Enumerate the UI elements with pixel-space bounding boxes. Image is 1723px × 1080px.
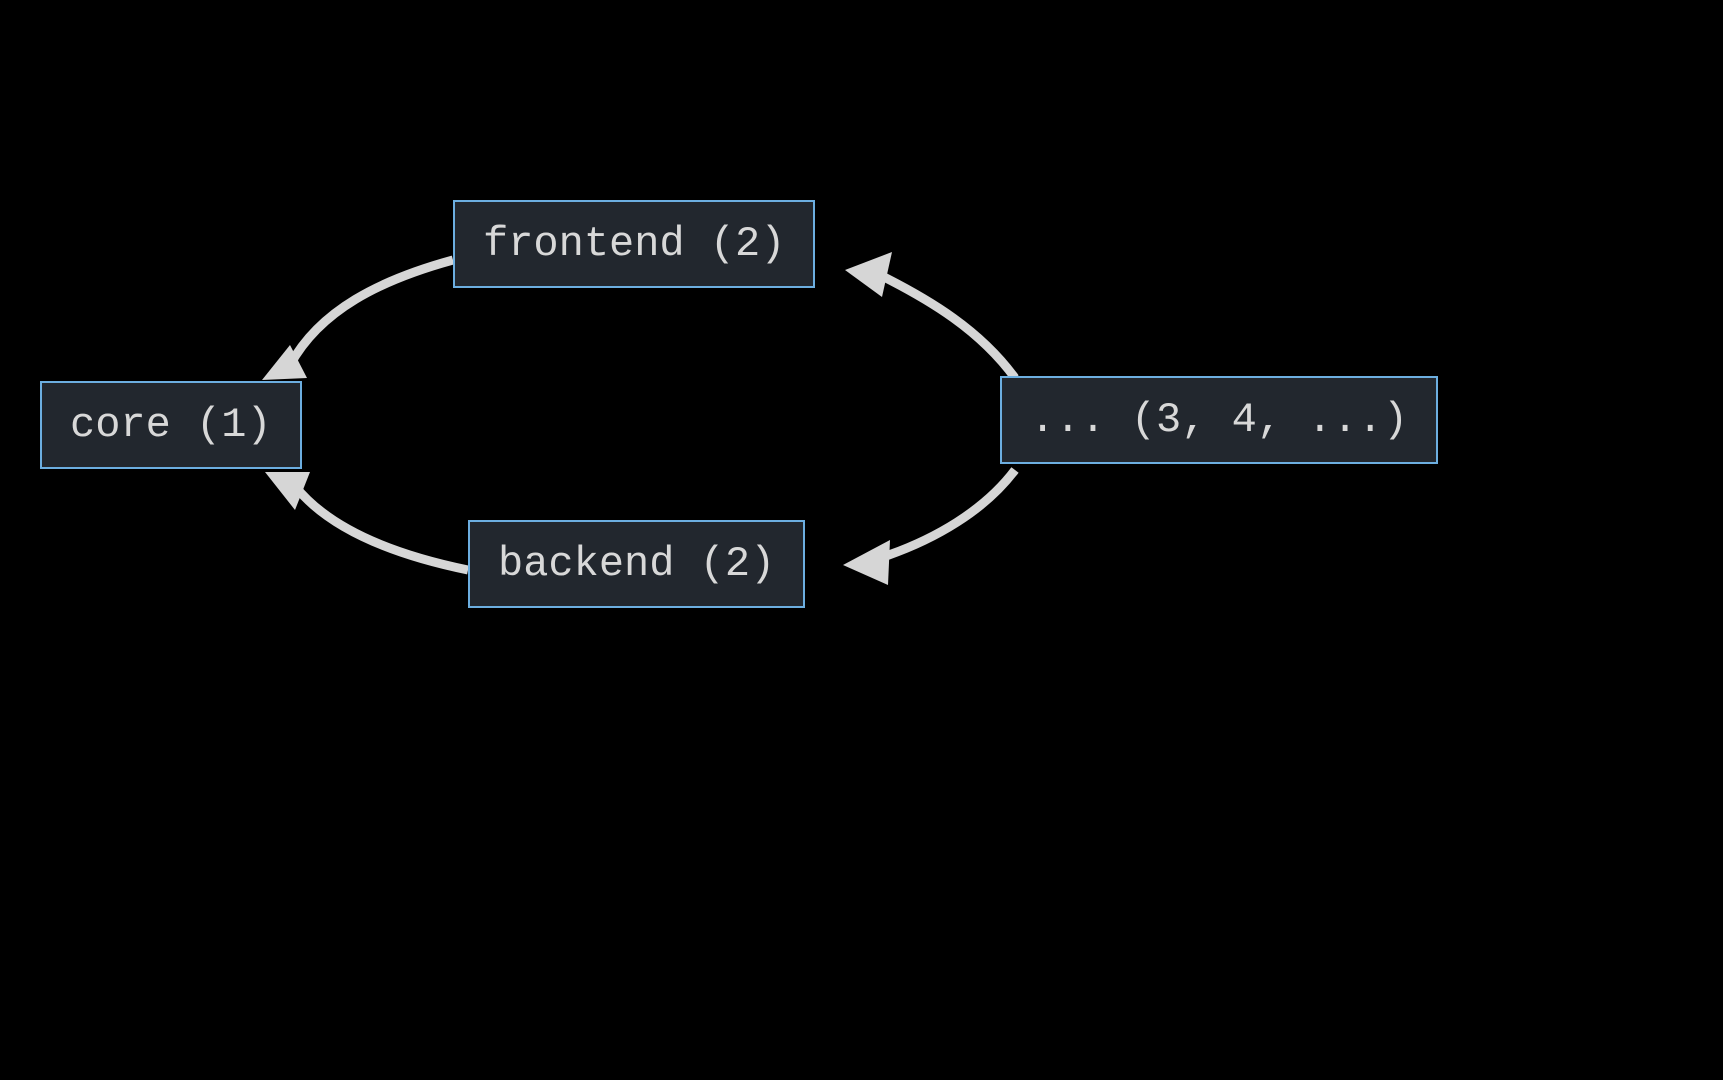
edge-frontend-to-core xyxy=(290,260,453,365)
dependency-diagram: core (1) frontend (2) backend (2) ... (3… xyxy=(0,0,1723,1080)
node-backend: backend (2) xyxy=(468,520,805,608)
node-more: ... (3, 4, ...) xyxy=(1000,376,1438,464)
node-label: ... (3, 4, ...) xyxy=(1030,396,1408,444)
edge-more-to-frontend xyxy=(880,275,1015,378)
diagram-edges xyxy=(0,0,1723,1080)
node-label: backend (2) xyxy=(498,540,775,588)
arrowhead-icon xyxy=(845,252,892,297)
arrowhead-icon xyxy=(262,345,307,380)
node-label: core (1) xyxy=(70,401,272,449)
arrowhead-icon xyxy=(265,472,310,510)
edge-more-to-backend xyxy=(880,470,1015,558)
arrowhead-icon xyxy=(843,540,890,585)
edge-backend-to-core xyxy=(295,486,468,570)
node-label: frontend (2) xyxy=(483,220,785,268)
node-frontend: frontend (2) xyxy=(453,200,815,288)
node-core: core (1) xyxy=(40,381,302,469)
